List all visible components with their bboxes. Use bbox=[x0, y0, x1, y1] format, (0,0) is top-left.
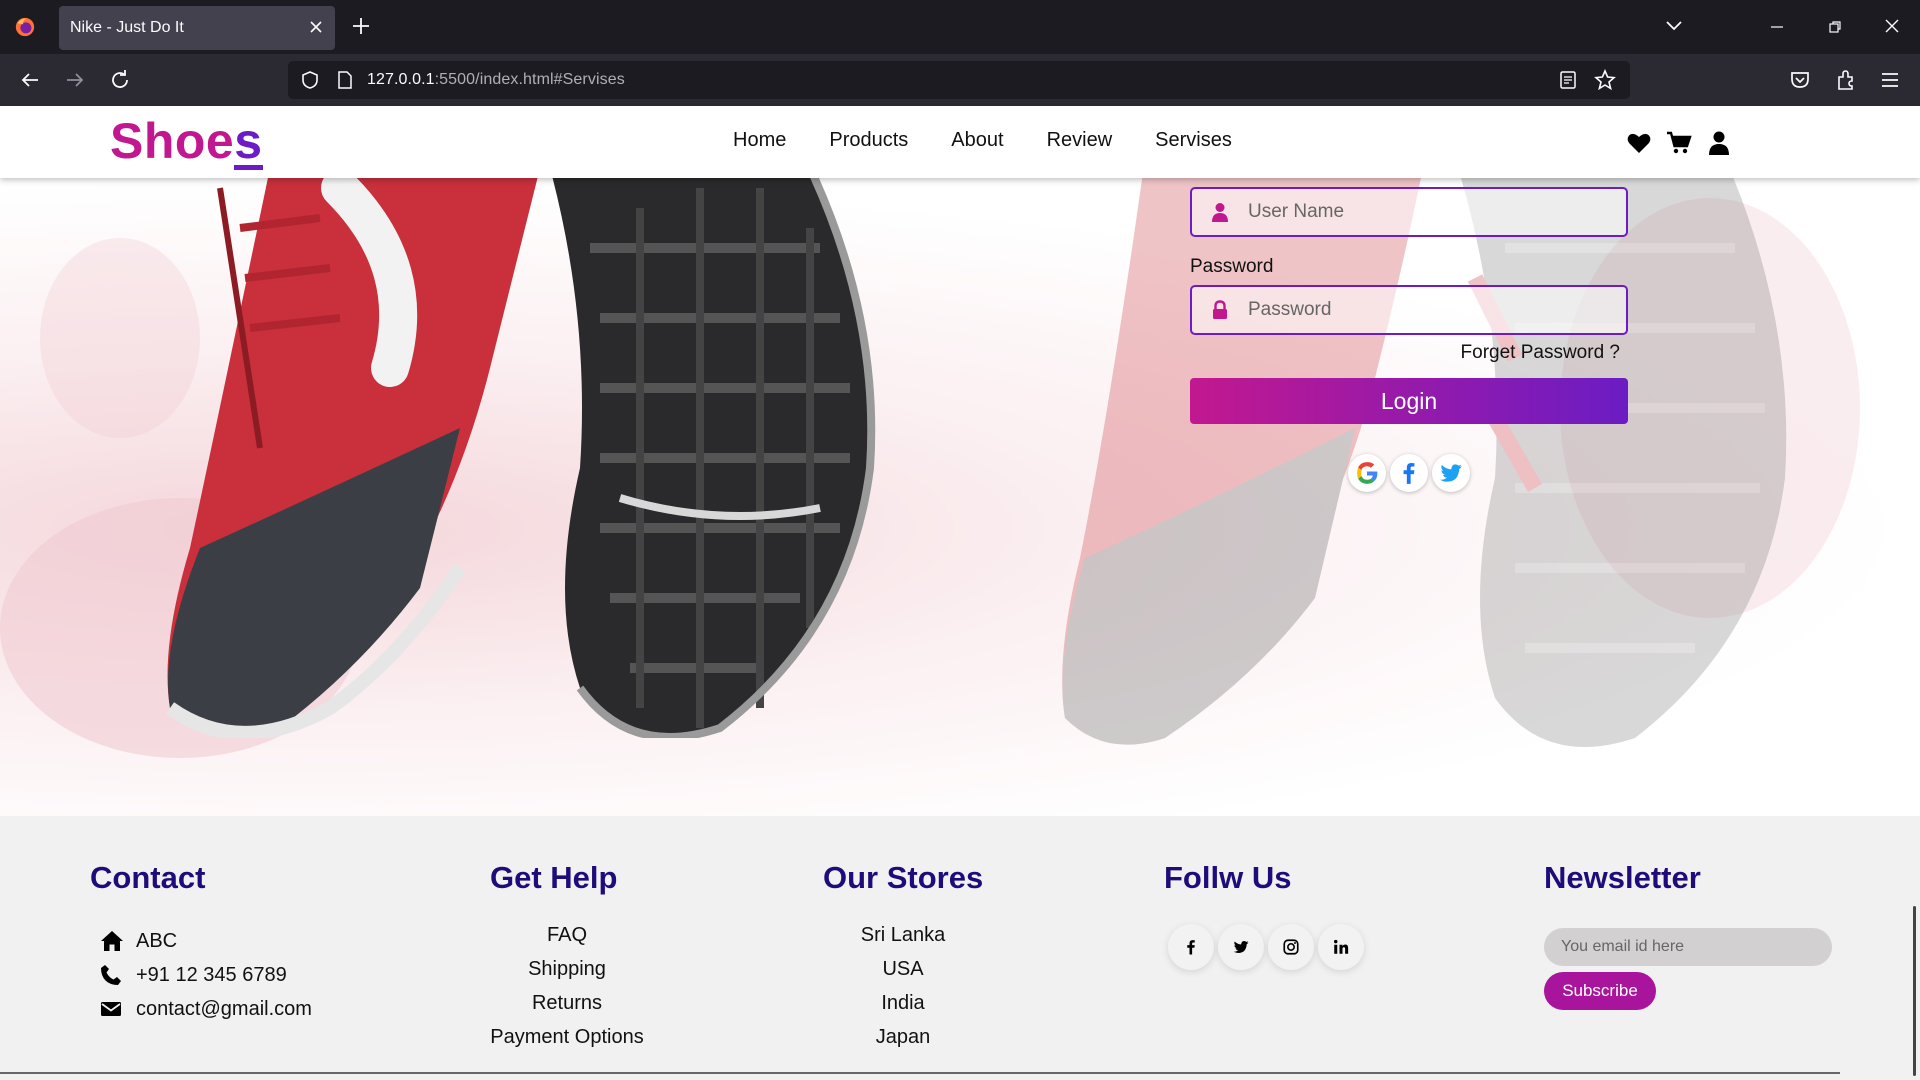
follow-icons bbox=[1168, 924, 1364, 970]
twitter-icon[interactable] bbox=[1218, 924, 1264, 970]
linkedin-icon[interactable] bbox=[1318, 924, 1364, 970]
site-header: Shoes Home Products About Review Servise… bbox=[0, 106, 1920, 178]
reader-icon[interactable] bbox=[1558, 70, 1578, 90]
stores-heading: Our Stores bbox=[823, 860, 984, 895]
new-tab-icon[interactable] bbox=[351, 16, 371, 36]
store-link-india[interactable]: India bbox=[823, 992, 983, 1026]
reload-icon[interactable] bbox=[108, 68, 132, 92]
store-link-sri-lanka[interactable]: Sri Lanka bbox=[823, 924, 983, 958]
menu-about[interactable]: About bbox=[951, 129, 1003, 152]
cart-icon[interactable] bbox=[1666, 130, 1692, 156]
help-link-shipping[interactable]: Shipping bbox=[490, 958, 644, 992]
password-input[interactable] bbox=[1248, 296, 1608, 324]
contact-phone: +91 12 345 6789 bbox=[100, 958, 312, 992]
logo-last-letter: s bbox=[234, 113, 263, 170]
help-link-returns[interactable]: Returns bbox=[490, 992, 644, 1026]
help-link-payment[interactable]: Payment Options bbox=[490, 1026, 644, 1060]
store-link-usa[interactable]: USA bbox=[823, 958, 983, 992]
restore-icon[interactable] bbox=[1826, 18, 1844, 36]
browser-tab[interactable]: Nike - Just Do It bbox=[59, 6, 335, 50]
login-button[interactable]: Login bbox=[1190, 378, 1628, 424]
logo-main: Shoe bbox=[110, 113, 235, 169]
main-menu: Home Products About Review Servises bbox=[733, 129, 1275, 152]
url-path: :5500/index.html#Servises bbox=[434, 71, 625, 88]
password-label: Password bbox=[1190, 256, 1274, 277]
username-field[interactable] bbox=[1190, 187, 1628, 237]
contact-list: ABC +91 12 345 6789 contact@gmail.com bbox=[100, 924, 312, 1026]
contact-address: ABC bbox=[100, 924, 312, 958]
instagram-icon[interactable] bbox=[1268, 924, 1314, 970]
help-heading: Get Help bbox=[490, 860, 618, 895]
home-icon bbox=[100, 930, 124, 952]
menu-home[interactable]: Home bbox=[733, 129, 786, 152]
user-icon[interactable] bbox=[1706, 130, 1732, 156]
back-icon[interactable] bbox=[18, 68, 42, 92]
page-scrollbar[interactable] bbox=[1913, 906, 1916, 1076]
minimize-icon[interactable] bbox=[1768, 18, 1786, 36]
tab-title: Nike - Just Do It bbox=[70, 19, 184, 36]
url-text[interactable]: 127.0.0.1:5500/index.html#Servises bbox=[367, 71, 625, 89]
star-icon[interactable] bbox=[1594, 69, 1616, 91]
firefox-icon bbox=[15, 17, 35, 37]
username-input[interactable] bbox=[1248, 198, 1608, 226]
menu-icon[interactable] bbox=[1878, 68, 1902, 92]
phone-text: +91 12 345 6789 bbox=[136, 963, 287, 986]
address-text: ABC bbox=[136, 929, 178, 952]
social-login bbox=[1348, 454, 1470, 492]
site-logo[interactable]: Shoes bbox=[110, 112, 263, 170]
shield-icon[interactable] bbox=[300, 70, 320, 90]
twitter-icon[interactable] bbox=[1432, 454, 1470, 492]
site-footer: Contact ABC +91 12 345 6789 contact@gmai… bbox=[0, 816, 1920, 1080]
store-links: Sri Lanka USA India Japan bbox=[823, 924, 983, 1060]
footer-divider bbox=[0, 1072, 1840, 1074]
user-icon bbox=[1212, 203, 1228, 222]
forward-icon[interactable] bbox=[63, 68, 87, 92]
follow-heading: Follw Us bbox=[1164, 860, 1292, 895]
forget-password-link[interactable]: Forget Password ? bbox=[1461, 342, 1620, 364]
close-tab-icon[interactable] bbox=[307, 18, 325, 36]
facebook-icon[interactable] bbox=[1168, 924, 1214, 970]
chevron-down-icon[interactable] bbox=[1664, 18, 1684, 34]
browser-tabbar: Nike - Just Do It bbox=[0, 0, 1920, 54]
hero-section: Password Forget Password ? Login bbox=[0, 178, 1920, 816]
subscribe-button[interactable]: Subscribe bbox=[1544, 972, 1656, 1010]
menu-servises[interactable]: Servises bbox=[1155, 129, 1232, 152]
contact-heading: Contact bbox=[90, 860, 206, 895]
url-host: 127.0.0.1 bbox=[367, 71, 435, 88]
menu-products[interactable]: Products bbox=[829, 129, 908, 152]
help-link-faq[interactable]: FAQ bbox=[490, 924, 644, 958]
phone-icon bbox=[100, 964, 124, 986]
page-icon[interactable] bbox=[336, 70, 354, 90]
pocket-icon[interactable] bbox=[1788, 68, 1812, 92]
help-links: FAQ Shipping Returns Payment Options bbox=[490, 924, 644, 1060]
lock-icon bbox=[1213, 300, 1227, 319]
newsletter-email-input[interactable] bbox=[1544, 928, 1832, 966]
store-link-japan[interactable]: Japan bbox=[823, 1026, 983, 1060]
shoe-image bbox=[165, 178, 876, 738]
password-field[interactable] bbox=[1190, 285, 1628, 335]
heart-icon[interactable] bbox=[1626, 130, 1652, 156]
email-text: contact@gmail.com bbox=[136, 997, 312, 1020]
google-icon[interactable] bbox=[1348, 454, 1386, 492]
browser-navbar: 127.0.0.1:5500/index.html#Servises bbox=[0, 54, 1920, 106]
mail-icon bbox=[100, 998, 124, 1020]
extensions-icon[interactable] bbox=[1834, 68, 1858, 92]
close-window-icon[interactable] bbox=[1882, 16, 1902, 36]
newsletter-heading: Newsletter bbox=[1544, 860, 1701, 895]
url-bar[interactable]: 127.0.0.1:5500/index.html#Servises bbox=[288, 61, 1630, 99]
facebook-icon[interactable] bbox=[1390, 454, 1428, 492]
menu-review[interactable]: Review bbox=[1047, 129, 1113, 152]
contact-email: contact@gmail.com bbox=[100, 992, 312, 1026]
header-icons bbox=[1626, 130, 1732, 156]
